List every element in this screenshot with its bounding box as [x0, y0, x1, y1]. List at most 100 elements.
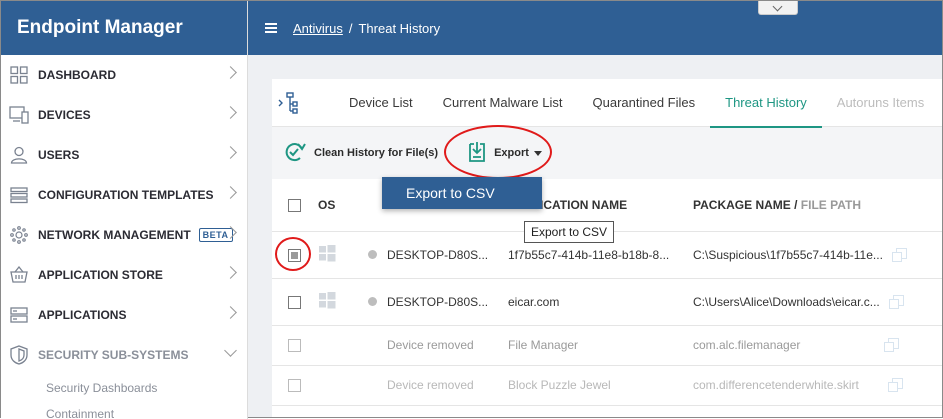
tab-quarantined-files[interactable]: Quarantined Files [578, 79, 711, 127]
sidebar-item-label: USERS [38, 148, 80, 162]
breadcrumb-current: Threat History [358, 20, 441, 36]
copy-icon[interactable] [892, 247, 908, 262]
chevron-right-icon [224, 266, 237, 279]
sidebar-subitem-security-dashboards[interactable]: Security Dashboards [1, 375, 247, 401]
device-cell: DESKTOP-D80S... [368, 231, 508, 279]
checkbox-highlight-oval [275, 237, 311, 271]
sidebar-item-dashboard[interactable]: DASHBOARD [1, 55, 247, 95]
tab-current-malware-list[interactable]: Current Malware List [428, 79, 578, 127]
threat-history-table: OS APPLICATION NAME PACKAGE NAME / FILE … [272, 179, 942, 406]
table-row[interactable]: Device removed File Manager com.alc.file… [272, 325, 942, 366]
copy-icon[interactable] [888, 378, 904, 392]
package-header-label: PACKAGE NAME / [693, 197, 801, 212]
app-title: Endpoint Manager [1, 1, 247, 55]
sidebar-item-label: DEVICES [38, 108, 91, 122]
os-cell [318, 278, 368, 326]
breadcrumb-antivirus-link[interactable]: Antivirus [293, 21, 343, 36]
os-cell [318, 231, 368, 279]
device-name[interactable]: DESKTOP-D80S... [387, 295, 488, 309]
dashboard-grid-icon [9, 65, 29, 85]
tab-bar: Device List Current Malware List Quarant… [272, 79, 942, 128]
sidebar: Endpoint Manager DASHBOARD DEVICES USERS… [1, 1, 248, 419]
toolbar: Clean History for File(s) Export [272, 127, 942, 179]
copy-icon[interactable] [889, 294, 905, 309]
device-name[interactable]: DESKTOP-D80S... [387, 248, 488, 262]
column-package-name[interactable]: PACKAGE NAME / FILE PATH [693, 179, 942, 232]
row-checkbox[interactable] [288, 295, 301, 309]
sidebar-item-label: NETWORK MANAGEMENT [38, 228, 191, 242]
row-checkbox-cell [272, 325, 318, 366]
top-bar: Antivirus / Threat History [248, 1, 942, 55]
sidebar-item-network-management[interactable]: NETWORK MANAGEMENT BETA [1, 215, 247, 255]
os-cell [318, 365, 368, 406]
applications-icon [9, 305, 29, 325]
path-cell: C:\Suspicious\1f7b55c7-414b-11e... [693, 231, 942, 279]
sidebar-item-application-store[interactable]: APPLICATION STORE [1, 255, 247, 295]
export-to-csv-menu-item[interactable]: Export to CSV [382, 177, 542, 209]
sidebar-item-configuration-templates[interactable]: CONFIGURATION TEMPLATES [1, 175, 247, 215]
path-cell: com.differencetenderwhite.skirt [693, 365, 942, 406]
row-checkbox[interactable] [288, 379, 301, 393]
app-name-cell: File Manager [508, 325, 693, 366]
templates-icon [9, 185, 29, 205]
sidebar-item-label: APPLICATIONS [38, 308, 127, 322]
shield-icon [9, 345, 29, 365]
table-row[interactable]: Device removed Block Puzzle Jewel com.di… [272, 365, 942, 406]
tree-view-icon[interactable] [278, 91, 298, 115]
device-cell: DESKTOP-D80S... [368, 278, 508, 326]
row-checkbox-cell [272, 278, 318, 326]
select-all-cell [272, 179, 318, 232]
chevron-right-icon [224, 306, 237, 319]
chevron-down-icon [224, 344, 237, 357]
file-path: com.differencetenderwhite.skirt [693, 378, 859, 392]
hamburger-menu-icon[interactable] [265, 23, 277, 33]
app-name-cell: eicar.com [508, 278, 693, 326]
windows-icon [318, 245, 336, 265]
tab-threat-history[interactable]: Threat History [710, 79, 822, 128]
file-path-header-label: FILE PATH [800, 197, 862, 212]
device-cell: Device removed [368, 325, 508, 366]
sidebar-item-label: SECURITY SUB-SYSTEMS [38, 348, 189, 362]
tab-autoruns-items[interactable]: Autoruns Items [822, 79, 939, 127]
export-highlight-oval [444, 125, 552, 179]
chevron-right-icon [224, 66, 237, 79]
os-cell [318, 325, 368, 366]
main-panel: Device List Current Malware List Quarant… [272, 79, 942, 417]
app-name-cell: Block Puzzle Jewel [508, 365, 693, 406]
user-icon [9, 145, 29, 165]
copy-icon[interactable] [883, 338, 899, 352]
select-all-checkbox[interactable] [288, 198, 301, 212]
sidebar-item-label: APPLICATION STORE [38, 268, 163, 282]
row-checkbox-cell [272, 365, 318, 406]
path-cell: C:\Users\Alice\Downloads\eicar.c... [693, 278, 942, 326]
export-tooltip: Export to CSV [524, 221, 615, 243]
status-dot [368, 249, 377, 259]
network-icon [9, 225, 29, 245]
clean-history-icon [284, 141, 308, 166]
sidebar-subitem-containment[interactable]: Containment [1, 401, 247, 419]
collapse-toggle[interactable] [758, 1, 798, 15]
file-path: com.alc.filemanager [693, 338, 801, 352]
device-cell: Device removed [368, 365, 508, 406]
chevron-right-icon [224, 146, 237, 159]
breadcrumb-separator: / [348, 20, 353, 36]
tab-device-list[interactable]: Device List [334, 79, 428, 127]
clean-history-button[interactable]: Clean History for File(s) [284, 138, 438, 168]
chevron-right-icon [224, 106, 237, 119]
sidebar-item-users[interactable]: USERS [1, 135, 247, 175]
table-row[interactable]: DESKTOP-D80S... eicar.com C:\Users\Alice… [272, 278, 942, 326]
sidebar-item-label: CONFIGURATION TEMPLATES [38, 188, 214, 202]
sidebar-item-security-sub-systems[interactable]: SECURITY SUB-SYSTEMS [1, 335, 247, 375]
clean-history-label: Clean History for File(s) [314, 147, 439, 159]
devices-icon [9, 105, 29, 125]
sidebar-item-applications[interactable]: APPLICATIONS [1, 295, 247, 335]
row-checkbox[interactable] [288, 339, 301, 353]
status-dot [368, 296, 377, 306]
path-cell: com.alc.filemanager [693, 325, 942, 366]
file-path: C:\Suspicious\1f7b55c7-414b-11e... [693, 247, 883, 262]
store-basket-icon [9, 265, 29, 285]
column-os[interactable]: OS [318, 179, 368, 232]
file-path: C:\Users\Alice\Downloads\eicar.c... [693, 294, 880, 309]
sidebar-item-devices[interactable]: DEVICES [1, 95, 247, 135]
chevron-right-icon [224, 186, 237, 199]
